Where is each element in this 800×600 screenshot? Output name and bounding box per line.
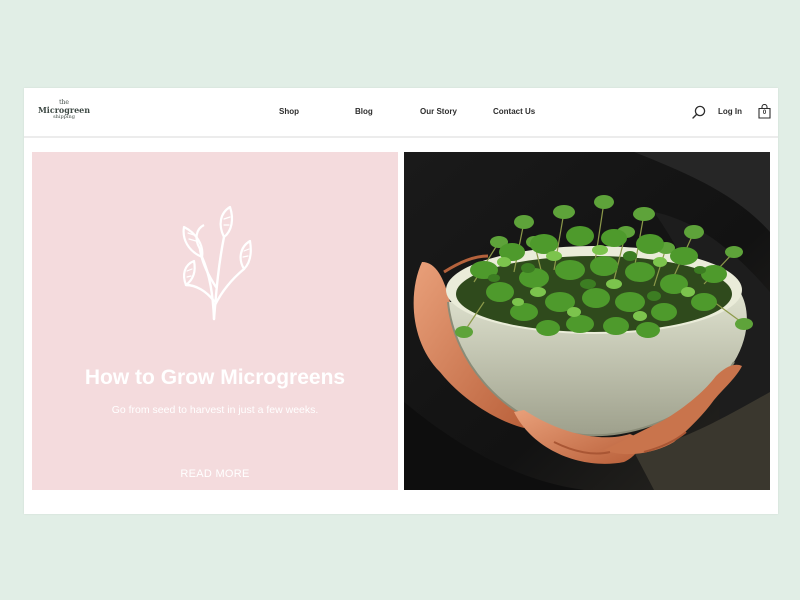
logo-bottom-text: shipping (53, 114, 75, 120)
microgreens-bowl-image (404, 152, 770, 490)
promo-card: How to Grow Microgreens Go from seed to … (32, 152, 398, 490)
nav-item-blog[interactable]: Blog (355, 107, 373, 116)
site-header: the Microgreen shipping Shop Blog Our St… (24, 88, 778, 138)
nav-item-our-story[interactable]: Our Story (420, 107, 457, 116)
nav-item-shop[interactable]: Shop (279, 107, 299, 116)
login-link[interactable]: Log In (718, 107, 742, 116)
promo-title: How to Grow Microgreens (84, 366, 346, 389)
sprout-icon (182, 205, 252, 321)
cart-count: 0 (762, 110, 767, 116)
microgreens-photo (404, 152, 770, 490)
search-icon[interactable] (692, 105, 706, 119)
nav-item-contact-us[interactable]: Contact Us (493, 107, 535, 116)
cart-button[interactable]: 0 (758, 103, 771, 119)
read-more-link[interactable]: READ MORE (32, 468, 398, 480)
site-frame: the Microgreen shipping Shop Blog Our St… (24, 88, 778, 514)
logo[interactable]: the Microgreen shipping (34, 100, 94, 120)
logo-main-text: Microgreen (37, 105, 91, 115)
promo-subtitle: Go from seed to harvest in just a few we… (111, 404, 319, 416)
